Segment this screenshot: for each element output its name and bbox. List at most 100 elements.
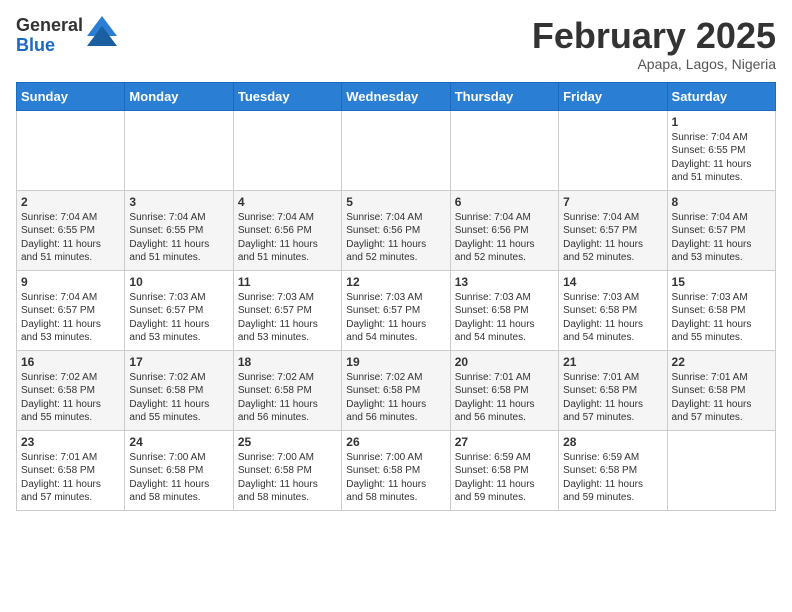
day-number: 7 <box>563 195 662 209</box>
logo-general-text: General <box>16 16 83 36</box>
day-cell: 12 Sunrise: 7:03 AM Sunset: 6:57 PM Dayli… <box>342 270 450 350</box>
day-cell <box>233 110 341 190</box>
day-number: 28 <box>563 435 662 449</box>
week-row-5: 23 Sunrise: 7:01 AM Sunset: 6:58 PM Dayli… <box>17 430 776 510</box>
day-number: 21 <box>563 355 662 369</box>
week-row-4: 16 Sunrise: 7:02 AM Sunset: 6:58 PM Dayli… <box>17 350 776 430</box>
day-info: Sunrise: 7:04 AM Sunset: 6:57 PM Dayligh… <box>21 291 120 345</box>
day-info: Sunrise: 7:02 AM Sunset: 6:58 PM Dayligh… <box>129 371 228 425</box>
day-info: Sunrise: 7:03 AM Sunset: 6:57 PM Dayligh… <box>238 291 337 345</box>
weekday-header-sunday: Sunday <box>17 82 125 110</box>
day-cell: 22 Sunrise: 7:01 AM Sunset: 6:58 PM Dayli… <box>667 350 775 430</box>
day-info: Sunrise: 7:04 AM Sunset: 6:56 PM Dayligh… <box>346 211 445 265</box>
day-info: Sunrise: 7:04 AM Sunset: 6:57 PM Dayligh… <box>563 211 662 265</box>
day-number: 25 <box>238 435 337 449</box>
day-info: Sunrise: 7:03 AM Sunset: 6:58 PM Dayligh… <box>455 291 554 345</box>
day-info: Sunrise: 7:03 AM Sunset: 6:58 PM Dayligh… <box>563 291 662 345</box>
day-cell: 16 Sunrise: 7:02 AM Sunset: 6:58 PM Dayli… <box>17 350 125 430</box>
day-number: 27 <box>455 435 554 449</box>
day-cell: 11 Sunrise: 7:03 AM Sunset: 6:57 PM Dayli… <box>233 270 341 350</box>
day-cell: 2 Sunrise: 7:04 AM Sunset: 6:55 PM Daylig… <box>17 190 125 270</box>
day-info: Sunrise: 6:59 AM Sunset: 6:58 PM Dayligh… <box>455 451 554 505</box>
day-number: 14 <box>563 275 662 289</box>
day-info: Sunrise: 7:00 AM Sunset: 6:58 PM Dayligh… <box>346 451 445 505</box>
calendar-table: SundayMondayTuesdayWednesdayThursdayFrid… <box>16 82 776 511</box>
day-info: Sunrise: 7:04 AM Sunset: 6:57 PM Dayligh… <box>672 211 771 265</box>
day-info: Sunrise: 7:04 AM Sunset: 6:56 PM Dayligh… <box>238 211 337 265</box>
day-cell <box>559 110 667 190</box>
weekday-header-saturday: Saturday <box>667 82 775 110</box>
day-number: 18 <box>238 355 337 369</box>
day-number: 1 <box>672 115 771 129</box>
day-info: Sunrise: 7:02 AM Sunset: 6:58 PM Dayligh… <box>238 371 337 425</box>
day-cell <box>450 110 558 190</box>
day-cell: 10Sunrise: 7:03 AM Sunset: 6:57 PM Dayli… <box>125 270 233 350</box>
logo-icon <box>87 16 117 46</box>
day-number: 16 <box>21 355 120 369</box>
day-cell: 5 Sunrise: 7:04 AM Sunset: 6:56 PM Daylig… <box>342 190 450 270</box>
day-number: 2 <box>21 195 120 209</box>
day-info: Sunrise: 7:00 AM Sunset: 6:58 PM Dayligh… <box>129 451 228 505</box>
page-header: General Blue February 2025 Apapa, Lagos,… <box>16 16 776 72</box>
day-number: 24 <box>129 435 228 449</box>
day-cell: 26 Sunrise: 7:00 AM Sunset: 6:58 PM Dayli… <box>342 430 450 510</box>
day-info: Sunrise: 7:03 AM Sunset: 6:57 PM Dayligh… <box>346 291 445 345</box>
day-info: Sunrise: 6:59 AM Sunset: 6:58 PM Dayligh… <box>563 451 662 505</box>
day-number: 26 <box>346 435 445 449</box>
day-number: 19 <box>346 355 445 369</box>
day-info: Sunrise: 7:01 AM Sunset: 6:58 PM Dayligh… <box>455 371 554 425</box>
title-block: February 2025 Apapa, Lagos, Nigeria <box>532 16 776 72</box>
day-cell: 9 Sunrise: 7:04 AM Sunset: 6:57 PM Daylig… <box>17 270 125 350</box>
day-cell: 13 Sunrise: 7:03 AM Sunset: 6:58 PM Dayli… <box>450 270 558 350</box>
day-number: 9 <box>21 275 120 289</box>
day-cell: 4 Sunrise: 7:04 AM Sunset: 6:56 PM Daylig… <box>233 190 341 270</box>
day-number: 20 <box>455 355 554 369</box>
day-cell: 25 Sunrise: 7:00 AM Sunset: 6:58 PM Dayli… <box>233 430 341 510</box>
day-cell: 19Sunrise: 7:02 AM Sunset: 6:58 PM Dayli… <box>342 350 450 430</box>
weekday-header-friday: Friday <box>559 82 667 110</box>
day-number: 4 <box>238 195 337 209</box>
day-cell: 18 Sunrise: 7:02 AM Sunset: 6:58 PM Dayli… <box>233 350 341 430</box>
logo: General Blue <box>16 16 117 56</box>
day-cell: 27 Sunrise: 6:59 AM Sunset: 6:58 PM Dayli… <box>450 430 558 510</box>
day-cell: 23 Sunrise: 7:01 AM Sunset: 6:58 PM Dayli… <box>17 430 125 510</box>
day-number: 13 <box>455 275 554 289</box>
week-row-3: 9 Sunrise: 7:04 AM Sunset: 6:57 PM Daylig… <box>17 270 776 350</box>
weekday-header-tuesday: Tuesday <box>233 82 341 110</box>
day-number: 23 <box>21 435 120 449</box>
day-cell <box>125 110 233 190</box>
day-info: Sunrise: 7:01 AM Sunset: 6:58 PM Dayligh… <box>563 371 662 425</box>
day-cell: 6Sunrise: 7:04 AM Sunset: 6:56 PM Daylig… <box>450 190 558 270</box>
day-number: 17 <box>129 355 228 369</box>
day-info: Sunrise: 7:03 AM Sunset: 6:58 PM Dayligh… <box>672 291 771 345</box>
logo-blue-text: Blue <box>16 36 83 56</box>
day-info: Sunrise: 7:02 AM Sunset: 6:58 PM Dayligh… <box>21 371 120 425</box>
day-info: Sunrise: 7:01 AM Sunset: 6:58 PM Dayligh… <box>672 371 771 425</box>
day-number: 22 <box>672 355 771 369</box>
day-cell: 8 Sunrise: 7:04 AM Sunset: 6:57 PM Daylig… <box>667 190 775 270</box>
day-info: Sunrise: 7:03 AM Sunset: 6:57 PM Dayligh… <box>129 291 228 345</box>
weekday-header-monday: Monday <box>125 82 233 110</box>
day-number: 8 <box>672 195 771 209</box>
day-number: 12 <box>346 275 445 289</box>
day-cell: 20 Sunrise: 7:01 AM Sunset: 6:58 PM Dayli… <box>450 350 558 430</box>
day-info: Sunrise: 7:00 AM Sunset: 6:58 PM Dayligh… <box>238 451 337 505</box>
day-number: 11 <box>238 275 337 289</box>
day-cell: 1 Sunrise: 7:04 AM Sunset: 6:55 PM Daylig… <box>667 110 775 190</box>
day-cell <box>667 430 775 510</box>
day-cell: 21 Sunrise: 7:01 AM Sunset: 6:58 PM Dayli… <box>559 350 667 430</box>
day-info: Sunrise: 7:04 AM Sunset: 6:56 PM Dayligh… <box>455 211 554 265</box>
day-cell: 3Sunrise: 7:04 AM Sunset: 6:55 PM Daylig… <box>125 190 233 270</box>
day-info: Sunrise: 7:04 AM Sunset: 6:55 PM Dayligh… <box>21 211 120 265</box>
day-cell: 24 Sunrise: 7:00 AM Sunset: 6:58 PM Dayli… <box>125 430 233 510</box>
week-row-1: 1 Sunrise: 7:04 AM Sunset: 6:55 PM Daylig… <box>17 110 776 190</box>
location-subtitle: Apapa, Lagos, Nigeria <box>532 56 776 72</box>
day-number: 5 <box>346 195 445 209</box>
day-cell: 14 Sunrise: 7:03 AM Sunset: 6:58 PM Dayli… <box>559 270 667 350</box>
day-info: Sunrise: 7:04 AM Sunset: 6:55 PM Dayligh… <box>129 211 228 265</box>
weekday-header-row: SundayMondayTuesdayWednesdayThursdayFrid… <box>17 82 776 110</box>
day-info: Sunrise: 7:04 AM Sunset: 6:55 PM Dayligh… <box>672 131 771 185</box>
day-info: Sunrise: 7:01 AM Sunset: 6:58 PM Dayligh… <box>21 451 120 505</box>
day-cell: 15Sunrise: 7:03 AM Sunset: 6:58 PM Dayli… <box>667 270 775 350</box>
week-row-2: 2 Sunrise: 7:04 AM Sunset: 6:55 PM Daylig… <box>17 190 776 270</box>
